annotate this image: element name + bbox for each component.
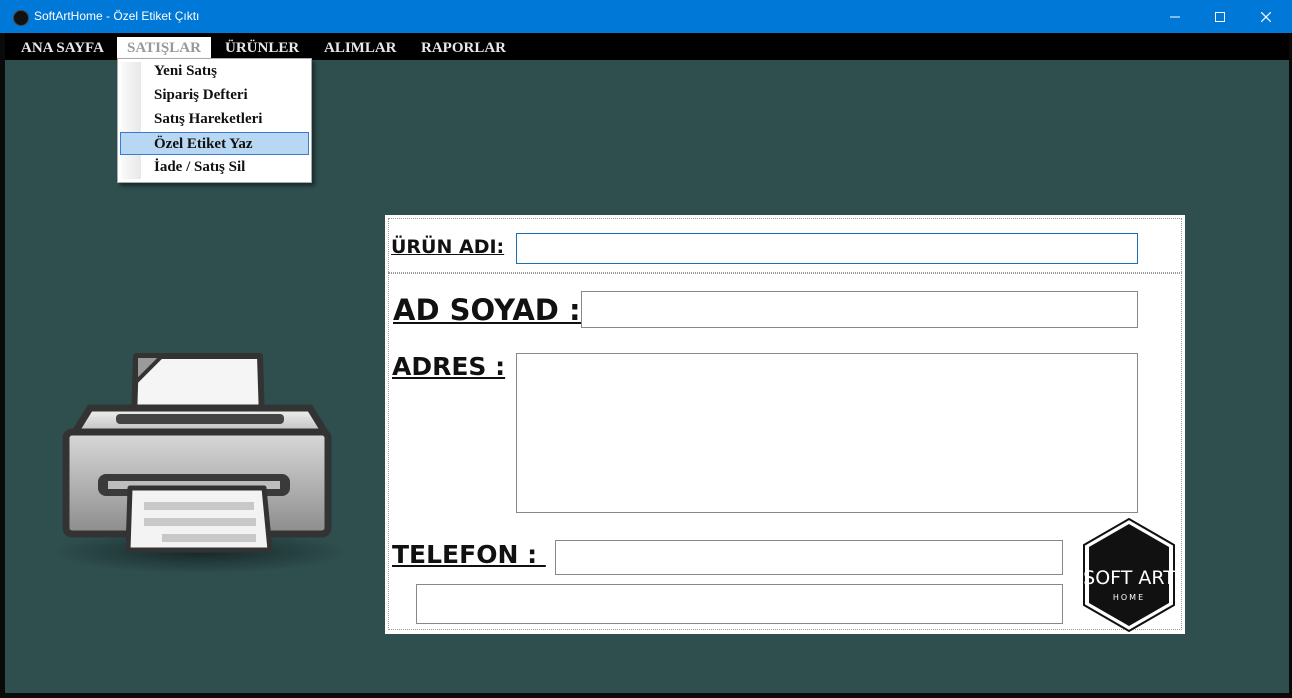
- menu-bar: ANA SAYFA SATIŞLAR ÜRÜNLER ALIMLAR RAPOR…: [5, 33, 1289, 60]
- printer-illustration: [50, 352, 350, 582]
- menu-item-label: Yeni Satış: [154, 63, 217, 79]
- adres-label: ADRES :: [392, 352, 506, 381]
- app-window: SoftArtHome - Özel Etiket Çıktı ANA SAYF…: [0, 0, 1292, 698]
- taskbar-edge: [0, 693, 1292, 698]
- menu-satislar[interactable]: SATIŞLAR: [117, 37, 211, 60]
- logo-line2: HOME: [1113, 593, 1145, 602]
- hexagon-logo-icon: SOFT ART HOME: [1083, 517, 1175, 633]
- logo-line1: SOFT ART: [1083, 567, 1175, 589]
- printer-icon: [50, 353, 350, 574]
- telefon-input[interactable]: [555, 540, 1063, 575]
- minimize-icon: [1170, 16, 1180, 17]
- menu-item-label: Sipariş Defteri: [154, 87, 248, 103]
- menu-item-siparis-defteri[interactable]: Sipariş Defteri: [120, 84, 309, 107]
- minimize-button[interactable]: [1152, 0, 1198, 33]
- ad-soyad-label: AD SOYAD :: [393, 293, 591, 327]
- satislar-dropdown: Yeni Satış Sipariş Defteri Satış Hareket…: [117, 58, 312, 183]
- title-bar: SoftArtHome - Özel Etiket Çıktı: [0, 0, 1292, 33]
- maximize-button[interactable]: [1197, 0, 1243, 33]
- app-logo-icon: [13, 10, 29, 26]
- menu-item-satis-hareketleri[interactable]: Satış Hareketleri: [120, 108, 309, 131]
- close-icon: [1261, 11, 1271, 22]
- menu-item-label: Özel Etiket Yaz: [154, 136, 253, 152]
- urun-adi-input[interactable]: [516, 233, 1138, 264]
- close-button[interactable]: [1243, 0, 1289, 33]
- telefon-label: TELEFON :: [392, 540, 546, 569]
- adres-textarea[interactable]: [516, 353, 1138, 513]
- menu-item-yeni-satis[interactable]: Yeni Satış: [120, 60, 309, 83]
- menu-raporlar[interactable]: RAPORLAR: [411, 37, 516, 60]
- menu-alimlar[interactable]: ALIMLAR: [314, 37, 407, 60]
- menu-item-ozel-etiket-yaz[interactable]: Özel Etiket Yaz: [120, 132, 309, 155]
- ad-soyad-input[interactable]: [581, 291, 1138, 328]
- menu-item-label: İade / Satış Sil: [154, 159, 246, 175]
- label-form-panel: ÜRÜN ADI: AD SOYAD : ADRES : TELEFON :: [385, 215, 1185, 634]
- window-left-edge: [0, 33, 5, 693]
- soft-art-home-logo: SOFT ART HOME: [1081, 517, 1177, 633]
- window-title: SoftArtHome - Özel Etiket Çıktı: [34, 9, 200, 23]
- urun-adi-label: ÜRÜN ADI:: [391, 236, 505, 258]
- menu-ana-sayfa[interactable]: ANA SAYFA: [11, 37, 114, 60]
- extra-input[interactable]: [416, 584, 1063, 624]
- menu-item-label: Satış Hareketleri: [154, 111, 263, 127]
- menu-item-iade-satis-sil[interactable]: İade / Satış Sil: [120, 156, 309, 179]
- menu-urunler[interactable]: ÜRÜNLER: [215, 37, 309, 60]
- maximize-icon: [1215, 11, 1225, 22]
